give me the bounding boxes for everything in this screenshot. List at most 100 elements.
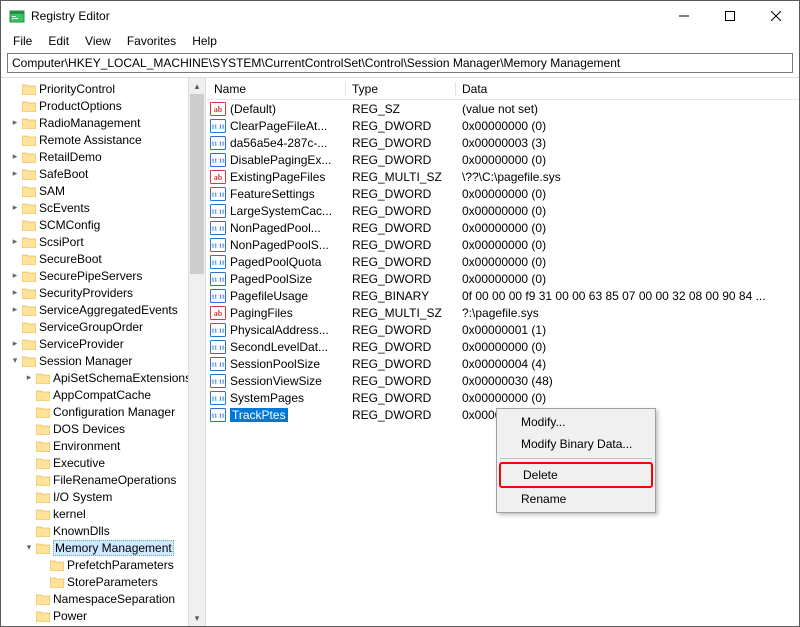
tree-item-i-o-system[interactable]: I/O System [5, 488, 205, 505]
tree-item-appcompatcache[interactable]: AppCompatCache [5, 386, 205, 403]
tree-item-quota-system[interactable]: Quota System [5, 624, 205, 626]
tree-expander-icon[interactable]: ▸ [23, 372, 35, 383]
value-row[interactable]: 011 110PagedPoolSizeREG_DWORD0x00000000 … [206, 270, 799, 287]
tree-item-prioritycontrol[interactable]: PriorityControl [5, 80, 205, 97]
tree-item-apisetschemaextensions[interactable]: ▸ApiSetSchemaExtensions [5, 369, 205, 386]
binary-value-icon: 011 110 [210, 374, 226, 388]
value-row[interactable]: abPagingFilesREG_MULTI_SZ?:\pagefile.sys [206, 304, 799, 321]
value-row[interactable]: 011 110ClearPageFileAt...REG_DWORD0x0000… [206, 117, 799, 134]
value-row[interactable]: 011 110NonPagedPoolS...REG_DWORD0x000000… [206, 236, 799, 253]
value-row[interactable]: 011 110LargeSystemCac...REG_DWORD0x00000… [206, 202, 799, 219]
value-row[interactable]: 011 110SessionViewSizeREG_DWORD0x0000003… [206, 372, 799, 389]
scroll-up-arrow[interactable]: ▴ [189, 78, 205, 94]
value-row[interactable]: 011 110PagefileUsageREG_BINARY0f 00 00 0… [206, 287, 799, 304]
tree-expander-icon[interactable]: ▸ [9, 168, 21, 179]
close-button[interactable] [753, 1, 799, 31]
menu-file[interactable]: File [5, 32, 40, 50]
tree-item-servicegrouporder[interactable]: ServiceGroupOrder [5, 318, 205, 335]
tree-expander-icon[interactable]: ▸ [9, 202, 21, 213]
value-row[interactable]: 011 110DisablePagingEx...REG_DWORD0x0000… [206, 151, 799, 168]
tree-item-prefetchparameters[interactable]: PrefetchParameters [5, 556, 205, 573]
list-pane[interactable]: Name Type Data ab(Default)REG_SZ(value n… [206, 78, 799, 626]
tree-item-label: kernel [53, 507, 86, 521]
tree-expander-icon[interactable]: ▸ [9, 287, 21, 298]
folder-icon [36, 423, 50, 435]
value-data: 0x00000000 (0) [456, 391, 799, 405]
value-type: REG_DWORD [346, 153, 456, 167]
value-data: 0x00000000 (0) [456, 204, 799, 218]
column-data[interactable]: Data [456, 82, 799, 96]
column-type[interactable]: Type [346, 82, 456, 96]
tree-item-label: AppCompatCache [53, 388, 151, 402]
value-row[interactable]: 011 110PagedPoolQuotaREG_DWORD0x00000000… [206, 253, 799, 270]
tree-item-session-manager[interactable]: ▾Session Manager [5, 352, 205, 369]
tree-expander-icon[interactable]: ▾ [9, 355, 21, 366]
column-name[interactable]: Name [206, 82, 346, 96]
value-row[interactable]: 011 110da56a5e4-287c-...REG_DWORD0x00000… [206, 134, 799, 151]
minimize-button[interactable] [661, 1, 707, 31]
tree-item-securepipeservers[interactable]: ▸SecurePipeServers [5, 267, 205, 284]
tree-item-securityproviders[interactable]: ▸SecurityProviders [5, 284, 205, 301]
tree-item-power[interactable]: Power [5, 607, 205, 624]
tree-item-retaildemo[interactable]: ▸RetailDemo [5, 148, 205, 165]
tree-item-executive[interactable]: Executive [5, 454, 205, 471]
tree-scrollbar[interactable]: ▴ ▾ [188, 78, 205, 626]
tree-expander-icon[interactable]: ▸ [9, 117, 21, 128]
tree-expander-icon[interactable]: ▸ [9, 270, 21, 281]
tree-item-scmconfig[interactable]: SCMConfig [5, 216, 205, 233]
value-row[interactable]: 011 110SessionPoolSizeREG_DWORD0x0000000… [206, 355, 799, 372]
string-value-icon: ab [210, 102, 226, 116]
tree-item-knowndlls[interactable]: KnownDlls [5, 522, 205, 539]
tree-item-productoptions[interactable]: ProductOptions [5, 97, 205, 114]
tree-item-memory-management[interactable]: ▾Memory Management [5, 539, 205, 556]
tree-item-serviceprovider[interactable]: ▸ServiceProvider [5, 335, 205, 352]
tree-expander-icon[interactable]: ▾ [23, 542, 35, 553]
maximize-button[interactable] [707, 1, 753, 31]
tree-item-radiomanagement[interactable]: ▸RadioManagement [5, 114, 205, 131]
tree-pane[interactable]: PriorityControlProductOptions▸RadioManag… [1, 78, 206, 626]
menu-favorites[interactable]: Favorites [119, 32, 184, 50]
tree-item-scevents[interactable]: ▸ScEvents [5, 199, 205, 216]
tree-item-environment[interactable]: Environment [5, 437, 205, 454]
context-menu-modify-binary[interactable]: Modify Binary Data... [499, 433, 653, 455]
value-row[interactable]: 011 110PhysicalAddress...REG_DWORD0x0000… [206, 321, 799, 338]
address-bar[interactable]: Computer\HKEY_LOCAL_MACHINE\SYSTEM\Curre… [7, 53, 793, 73]
menu-view[interactable]: View [77, 32, 119, 50]
tree-item-sam[interactable]: SAM [5, 182, 205, 199]
tree-item-storeparameters[interactable]: StoreParameters [5, 573, 205, 590]
svg-text:011 110: 011 110 [210, 361, 226, 368]
tree-item-scsiport[interactable]: ▸ScsiPort [5, 233, 205, 250]
context-menu-rename[interactable]: Rename [499, 488, 653, 510]
value-row[interactable]: 011 110FeatureSettingsREG_DWORD0x0000000… [206, 185, 799, 202]
scroll-thumb[interactable] [190, 94, 204, 274]
menu-help[interactable]: Help [184, 32, 225, 50]
context-menu-modify[interactable]: Modify... [499, 411, 653, 433]
folder-icon [36, 440, 50, 452]
tree-item-kernel[interactable]: kernel [5, 505, 205, 522]
value-row[interactable]: ab(Default)REG_SZ(value not set) [206, 100, 799, 117]
tree-item-namespaceseparation[interactable]: NamespaceSeparation [5, 590, 205, 607]
value-row[interactable]: 011 110SecondLevelDat...REG_DWORD0x00000… [206, 338, 799, 355]
scroll-down-arrow[interactable]: ▾ [189, 610, 205, 626]
tree-item-safeboot[interactable]: ▸SafeBoot [5, 165, 205, 182]
tree-item-label: ServiceGroupOrder [39, 320, 143, 334]
value-row[interactable]: abExistingPageFilesREG_MULTI_SZ\??\C:\pa… [206, 168, 799, 185]
context-menu-delete[interactable]: Delete [499, 462, 653, 488]
tree-expander-icon[interactable]: ▸ [9, 151, 21, 162]
binary-value-icon: 011 110 [210, 119, 226, 133]
tree-expander-icon[interactable]: ▸ [9, 304, 21, 315]
tree-item-secureboot[interactable]: SecureBoot [5, 250, 205, 267]
body-split: PriorityControlProductOptions▸RadioManag… [1, 77, 799, 626]
tree-item-serviceaggregatedevents[interactable]: ▸ServiceAggregatedEvents [5, 301, 205, 318]
tree-expander-icon[interactable]: ▸ [9, 338, 21, 349]
value-name: PagedPoolQuota [230, 255, 321, 269]
tree-item-dos-devices[interactable]: DOS Devices [5, 420, 205, 437]
folder-icon [36, 525, 50, 537]
menu-edit[interactable]: Edit [40, 32, 77, 50]
tree-item-filerenameoperations[interactable]: FileRenameOperations [5, 471, 205, 488]
value-row[interactable]: 011 110SystemPagesREG_DWORD0x00000000 (0… [206, 389, 799, 406]
tree-item-configuration-manager[interactable]: Configuration Manager [5, 403, 205, 420]
tree-item-remote-assistance[interactable]: Remote Assistance [5, 131, 205, 148]
tree-expander-icon[interactable]: ▸ [9, 236, 21, 247]
value-row[interactable]: 011 110NonPagedPool...REG_DWORD0x0000000… [206, 219, 799, 236]
